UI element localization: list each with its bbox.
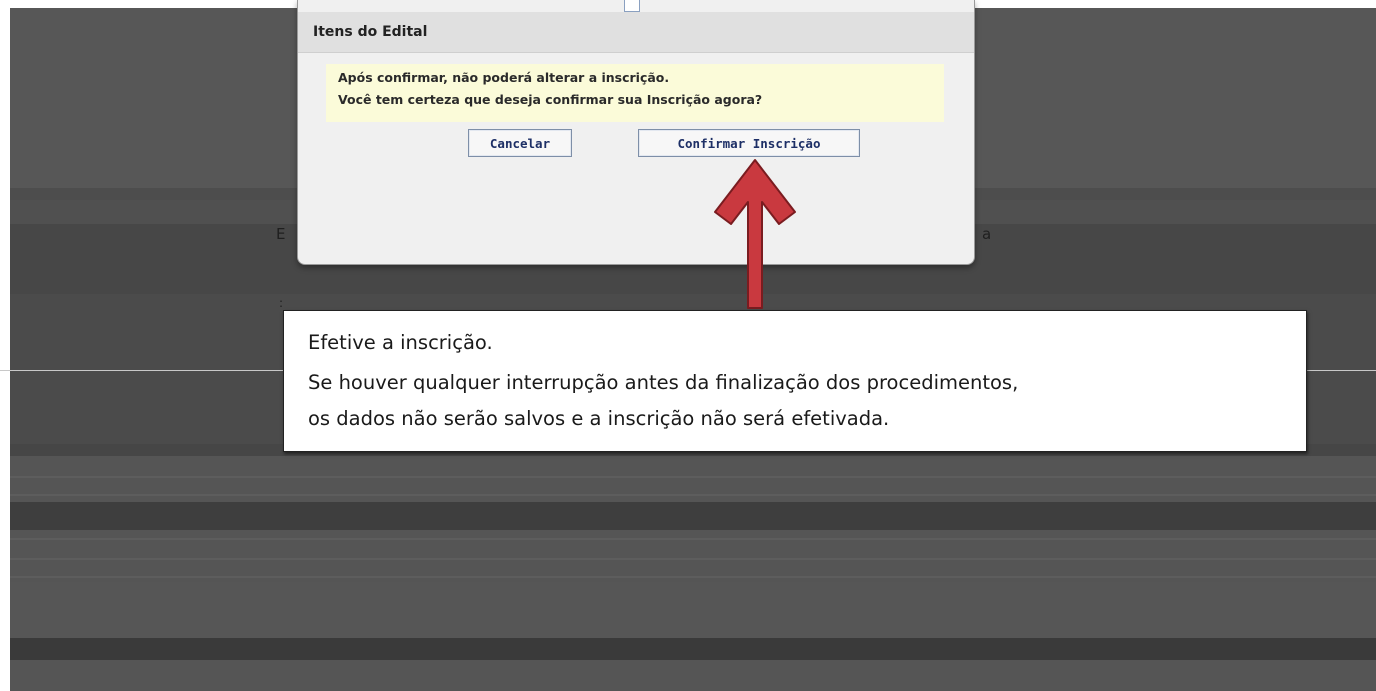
background-text-fragment: : [279, 296, 284, 310]
warning-text: Após confirmar, não poderá alterar a ins… [338, 70, 670, 85]
confirmation-question: Você tem certeza que deseja confirmar su… [338, 92, 763, 107]
overlay-divider [10, 558, 1376, 560]
instruction-callout: Efetive a inscrição. Se houver qualquer … [283, 310, 1307, 452]
overlay-divider [10, 576, 1376, 578]
overlay-divider [10, 494, 1376, 496]
overlay-divider [10, 538, 1376, 540]
callout-text: Se houver qualquer interrupção antes da … [308, 371, 1019, 394]
dialog-header: Itens do Edital [298, 12, 974, 53]
overlay-band [10, 638, 1376, 660]
overlay-band [10, 582, 1376, 638]
background-text-fragment: a [982, 225, 992, 243]
callout-heading: Efetive a inscrição. [308, 331, 493, 354]
confirm-registration-button[interactable]: Confirmar Inscrição [638, 129, 860, 157]
background-text-fragment: E [276, 225, 286, 243]
overlay-divider [10, 476, 1376, 478]
dialog-title: Itens do Edital [313, 24, 428, 40]
pointer-arrow-icon [714, 159, 796, 309]
callout-text: os dados não serão salvos e a inscrição … [308, 407, 890, 430]
overlay-band [10, 502, 1376, 530]
cancel-button[interactable]: Cancelar [468, 129, 572, 157]
warning-message-box: Após confirmar, não poderá alterar a ins… [326, 64, 944, 122]
dialog-anchor-handle [624, 0, 640, 12]
confirm-dialog: Itens do Edital Após confirmar, não pode… [297, 0, 975, 265]
